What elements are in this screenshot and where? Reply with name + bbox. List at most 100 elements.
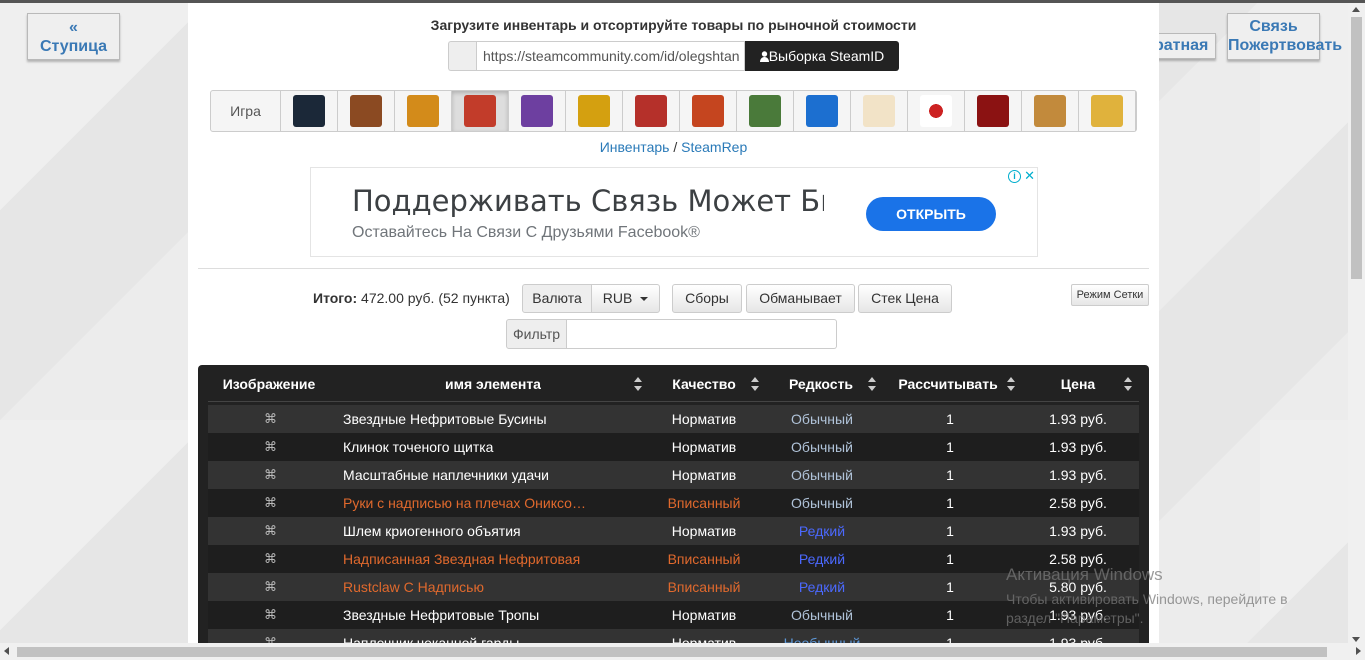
sort-icon[interactable] <box>634 377 642 391</box>
col-header-price[interactable]: Цена <box>1043 371 1113 397</box>
game-tile[interactable] <box>680 91 737 131</box>
table-row[interactable]: ⌘ Масштабные наплечники удачи Норматив Обыч… <box>208 461 1139 489</box>
table-row[interactable]: ⌘ Rustclaw С Надписью Вписанный Редкий 1 5.80… <box>208 573 1139 601</box>
item-count: 1 <box>946 467 954 483</box>
game-tile[interactable] <box>395 91 452 131</box>
sort-icon[interactable] <box>751 377 759 391</box>
inventory-links: Инвентарь / SteamRep <box>188 139 1159 155</box>
item-price: 1.93 руб. <box>1049 411 1107 427</box>
item-name[interactable]: Rustclaw С Надписью <box>343 573 593 601</box>
col-header-count[interactable]: Рассчитывать <box>892 371 1004 397</box>
game-tile[interactable] <box>509 91 566 131</box>
item-count: 1 <box>946 579 954 595</box>
csgo-icon <box>407 95 439 127</box>
item-name[interactable]: Звездные Нефритовые Тропы <box>343 601 593 629</box>
item-rarity: Обычный <box>791 495 853 511</box>
steamrep-link[interactable]: SteamRep <box>681 139 747 155</box>
game-tile[interactable] <box>452 91 509 131</box>
col-header-name[interactable]: имя элемента <box>388 371 598 397</box>
game-tile[interactable] <box>1022 91 1079 131</box>
scroll-right-icon[interactable] <box>1356 647 1361 655</box>
item-name[interactable]: Масштабные наплечники удачи <box>343 461 593 489</box>
game-tile[interactable] <box>908 91 965 131</box>
item-quality: Норматив <box>671 607 737 623</box>
caret-down-icon <box>640 297 649 302</box>
artifact-icon <box>521 95 553 127</box>
back-to-hub-button[interactable]: « Ступица <box>27 13 120 60</box>
game-tile[interactable] <box>794 91 851 131</box>
main-panel: Загрузите инвентарь и отсортируйте товар… <box>188 3 1159 648</box>
game-tile[interactable] <box>623 91 680 131</box>
game-tile[interactable] <box>281 91 338 131</box>
stack-price-button[interactable]: Стек Цена <box>858 284 952 313</box>
currency-label: Валюта <box>522 284 592 313</box>
user-icon <box>759 42 769 62</box>
game-tile[interactable] <box>851 91 908 131</box>
donate-label-2: Пожертвовать <box>1228 37 1343 54</box>
steamid-lookup-label: Выборка SteamID <box>768 48 885 64</box>
game-tile[interactable] <box>338 91 395 131</box>
vertical-scroll-thumb[interactable] <box>1351 17 1362 279</box>
donate-button[interactable]: Связь Пожертвовать <box>1227 13 1343 60</box>
scroll-up-icon[interactable] <box>1352 7 1360 12</box>
ad-close-icon[interactable]: ✕ <box>1024 168 1035 184</box>
game-tile[interactable] <box>737 91 794 131</box>
vertical-scrollbar[interactable] <box>1348 3 1365 646</box>
table-row[interactable]: ⌘ Звездные Нефритовые Тропы Норматив Обычны… <box>208 601 1139 629</box>
ad-info-icon[interactable]: i <box>1008 170 1021 183</box>
game-tile[interactable] <box>566 91 623 131</box>
item-quality: Норматив <box>671 523 737 539</box>
ad-title[interactable]: Поддерживать Связь Может Быть <box>352 184 824 218</box>
item-count: 1 <box>946 411 954 427</box>
unturned-icon <box>749 95 781 127</box>
ad-open-button[interactable]: ОТКРЫТЬ <box>866 197 996 231</box>
sets-button[interactable]: Сборы <box>672 284 742 313</box>
filter-input[interactable] <box>567 319 837 349</box>
grid-mode-button[interactable]: Режим Сетки <box>1071 284 1149 306</box>
total-value: 472.00 руб. (52 пункта) <box>357 290 510 306</box>
sort-icon[interactable] <box>1007 377 1015 391</box>
scroll-left-icon[interactable] <box>4 647 9 655</box>
horizontal-scroll-thumb[interactable] <box>17 647 1327 657</box>
table-row[interactable]: ⌘ Звездные Нефритовые Бусины Норматив Обычн… <box>208 405 1139 433</box>
item-price: 5.80 руб. <box>1049 579 1107 595</box>
cuphead-icon <box>863 95 895 127</box>
item-name[interactable]: Руки с надписью на плечах Ониксового <box>343 489 593 517</box>
inventory-link[interactable]: Инвентарь <box>600 139 670 155</box>
item-price: 1.93 руб. <box>1049 467 1107 483</box>
item-name[interactable]: Шлем криогенного объятия <box>343 517 593 545</box>
item-name[interactable]: Звездные Нефритовые Бусины <box>343 405 593 433</box>
game-tile[interactable] <box>965 91 1022 131</box>
game-tile[interactable] <box>1079 91 1136 131</box>
table-row[interactable]: ⌘ Клинок точеного щитка Норматив Обычный 1 1.… <box>208 433 1139 461</box>
col-header-quality[interactable]: Качество <box>658 371 750 397</box>
table-row[interactable]: ⌘ Шлем криогенного объятия Норматив Редкий 1… <box>208 517 1139 545</box>
col-header-rarity[interactable]: Редкость <box>778 371 864 397</box>
scroll-down-icon[interactable] <box>1352 637 1360 642</box>
payday-icon <box>635 95 667 127</box>
item-image-placeholder: ⌘ <box>264 495 277 510</box>
item-rarity: Редкий <box>798 523 846 539</box>
item-rarity: Обычный <box>791 607 853 623</box>
advertisement[interactable]: Поддерживать Связь Может Быть Оставайтес… <box>310 167 1038 257</box>
sort-icon[interactable] <box>868 377 876 391</box>
item-image-placeholder: ⌘ <box>264 579 277 594</box>
url-addon <box>448 41 476 71</box>
steamid-lookup-button[interactable]: Выборка SteamID <box>745 41 899 71</box>
profile-url-input[interactable]: https://steamcommunity.com/id/olegshtan <box>476 41 745 71</box>
item-name[interactable]: Надписанная Звездная Нефритовая <box>343 545 593 573</box>
table-body: ⌘ Звездные Нефритовые Бусины Норматив Обычн… <box>208 405 1139 648</box>
ad-subtitle[interactable]: Оставайтесь На Связи С Друзьями Facebook… <box>352 224 700 242</box>
currency-dropdown[interactable]: RUB <box>591 284 660 313</box>
item-count: 1 <box>946 439 954 455</box>
item-name[interactable]: Клинок точеного щитка <box>343 433 593 461</box>
item-quality: Вписанный <box>667 495 741 511</box>
pubg-icon <box>1091 95 1123 127</box>
table-row[interactable]: ⌘ Руки с надписью на плечах Ониксового Впи… <box>208 489 1139 517</box>
deceive-button[interactable]: Обманывает <box>746 284 855 313</box>
horizontal-scrollbar[interactable] <box>0 643 1365 660</box>
sort-icon[interactable] <box>1124 377 1132 391</box>
col-header-image[interactable]: Изображение <box>214 371 324 397</box>
table-row[interactable]: ⌘ Надписанная Звездная Нефритовая Вписанны… <box>208 545 1139 573</box>
item-quality: Норматив <box>671 411 737 427</box>
